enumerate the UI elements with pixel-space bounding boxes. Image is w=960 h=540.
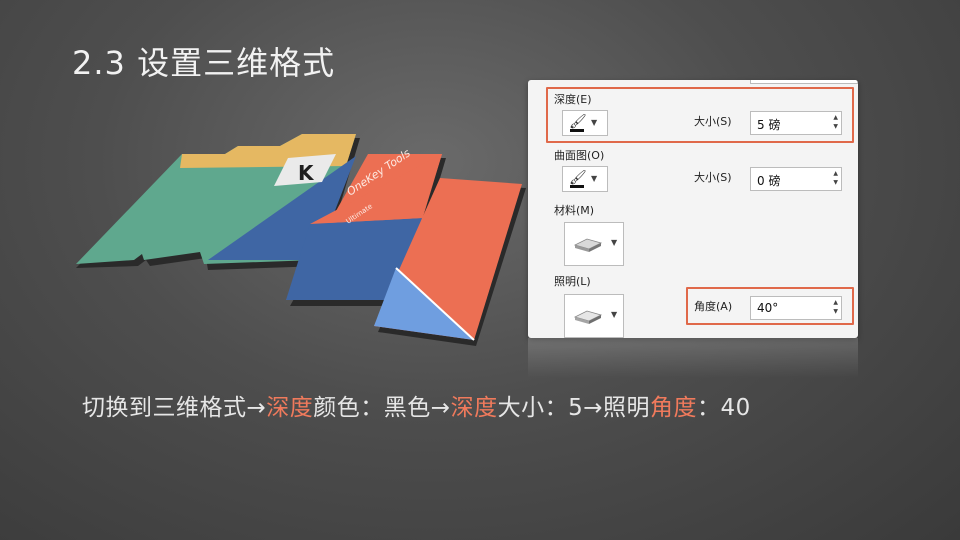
caption-part-7: ：40 bbox=[696, 395, 751, 421]
paint-bucket-icon: 🖌 bbox=[569, 170, 587, 186]
contour-size-value: 0 磅 bbox=[757, 174, 781, 188]
chevron-down-icon: ▼ bbox=[591, 174, 598, 183]
material-label: 材料(M) bbox=[554, 204, 595, 217]
3d-tiles-illustration: K OneKey Tools Ultimate bbox=[76, 134, 526, 346]
lighting-button[interactable]: ▼ bbox=[564, 294, 624, 338]
panel-top-input[interactable] bbox=[750, 80, 858, 84]
caption: 切换到三维格式→深度颜色：黑色→深度大小：5→照明角度：40 bbox=[82, 388, 751, 422]
contour-color-button[interactable]: 🖌 ▼ bbox=[562, 166, 608, 192]
material-preview-icon bbox=[573, 238, 603, 252]
caption-accent-depth-1: 深度 bbox=[266, 395, 314, 421]
slide-title: 2.3 设置三维格式 bbox=[72, 44, 336, 82]
lighting-preview-icon bbox=[573, 310, 603, 324]
angle-highlight-box bbox=[686, 287, 854, 325]
contour-label: 曲面图(O) bbox=[554, 149, 605, 162]
format-3d-panel: 深度(E) 🖌 ▼ 大小(S) 5 磅 ▲ ▼ 曲面图(O) 🖌 ▼ 大小(S) … bbox=[528, 80, 858, 338]
depth-highlight-box bbox=[546, 87, 854, 143]
stepper-arrows-icon[interactable]: ▲ ▼ bbox=[833, 169, 838, 187]
chevron-down-icon: ▼ bbox=[611, 238, 618, 247]
caption-part-3: 颜色：黑色→ bbox=[313, 395, 451, 421]
k-logo-text: K bbox=[298, 161, 315, 185]
caption-part-1: 切换到三维格式→ bbox=[82, 395, 267, 421]
caption-accent-angle: 角度 bbox=[649, 395, 697, 421]
lighting-label: 照明(L) bbox=[554, 275, 591, 288]
contour-size-stepper[interactable]: 0 磅 ▲ ▼ bbox=[750, 167, 842, 191]
chevron-down-icon: ▼ bbox=[611, 310, 618, 319]
caption-part-5: 大小：5→照明 bbox=[497, 395, 650, 421]
panel-reflection bbox=[528, 338, 858, 378]
material-button[interactable]: ▼ bbox=[564, 222, 624, 266]
contour-size-label: 大小(S) bbox=[694, 171, 732, 184]
contour-color-swatch bbox=[570, 185, 584, 188]
caption-accent-depth-2: 深度 bbox=[450, 395, 498, 421]
